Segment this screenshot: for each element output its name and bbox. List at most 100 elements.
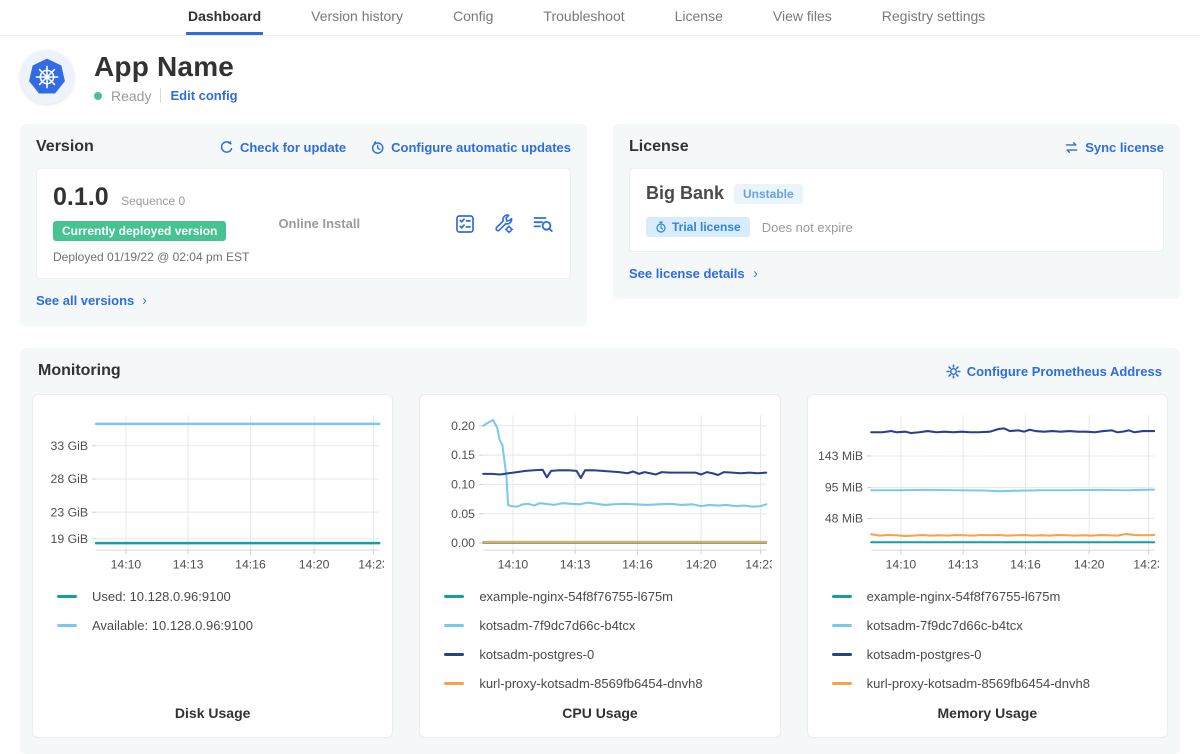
version-title: Version [36, 138, 94, 156]
svg-text:14:10: 14:10 [498, 557, 529, 571]
legend-swatch [444, 682, 464, 685]
chart-legend: example-nginx-54f8f76755-l675m kotsadm-7f… [444, 589, 771, 691]
svg-text:14:13: 14:13 [947, 557, 978, 571]
divider [160, 88, 161, 103]
version-sequence: Sequence 0 [121, 194, 185, 208]
legend-label: kotsadm-7f9dc7d66c-b4tcx [479, 618, 635, 633]
charts-row: 14:1014:1314:1614:2014:2333 GiB28 GiB23 … [32, 394, 1168, 738]
license-card: Big Bank Unstable Trial license Does not… [629, 168, 1164, 252]
legend-label: Used: 10.128.0.96:9100 [92, 589, 231, 604]
svg-text:0.20: 0.20 [451, 419, 475, 433]
sync-icon [1064, 140, 1079, 155]
gear-icon [946, 364, 961, 379]
tab-registry-settings[interactable]: Registry settings [880, 0, 987, 35]
legend-label: kotsadm-postgres-0 [479, 647, 594, 662]
license-panel: License Sync license Big Bank Unstable [613, 124, 1180, 299]
chart-plot: 14:1014:1314:1614:2014:230.200.150.100.0… [428, 405, 771, 581]
chart-plot: 14:1014:1314:1614:2014:2333 GiB28 GiB23 … [41, 405, 384, 581]
top-nav: Dashboard Version history Config Troublesho… [0, 0, 1200, 36]
license-name: Big Bank [646, 183, 724, 204]
tab-config[interactable]: Config [451, 0, 495, 35]
svg-text:143 MiB: 143 MiB [818, 449, 863, 463]
legend-item: kotsadm-postgres-0 [444, 647, 771, 662]
svg-text:14:10: 14:10 [111, 557, 142, 571]
tab-license[interactable]: License [673, 0, 725, 35]
svg-text:28 GiB: 28 GiB [51, 472, 88, 486]
svg-text:14:16: 14:16 [1010, 557, 1041, 571]
deployed-timestamp: Deployed 01/19/22 @ 02:04 pm EST [53, 250, 278, 264]
legend-swatch [57, 624, 77, 627]
view-logs-icon[interactable] [532, 213, 554, 235]
legend-item: Available: 10.128.0.96:9100 [57, 618, 384, 633]
legend-item: kotsadm-7f9dc7d66c-b4tcx [832, 618, 1159, 633]
configure-prometheus-button[interactable]: Configure Prometheus Address [946, 364, 1162, 379]
status-text: Ready [111, 88, 151, 104]
svg-text:14:13: 14:13 [560, 557, 591, 571]
preflight-checks-icon[interactable] [454, 213, 476, 235]
svg-text:0.10: 0.10 [451, 477, 475, 491]
svg-text:14:16: 14:16 [235, 557, 266, 571]
svg-text:14:23: 14:23 [1133, 557, 1159, 571]
license-type-badge: Trial license [646, 217, 750, 237]
sync-license-button[interactable]: Sync license [1064, 140, 1164, 155]
chevron-right-icon: › [143, 292, 147, 309]
install-type: Online Install [278, 216, 454, 231]
svg-text:14:20: 14:20 [299, 557, 330, 571]
svg-text:48 MiB: 48 MiB [825, 512, 863, 526]
edit-config-link[interactable]: Edit config [170, 88, 237, 103]
svg-text:14:20: 14:20 [686, 557, 717, 571]
legend-item: example-nginx-54f8f76755-l675m [832, 589, 1159, 604]
svg-text:14:10: 14:10 [885, 557, 916, 571]
chart-card-disk-usage: 14:1014:1314:1614:2014:2333 GiB28 GiB23 … [32, 394, 393, 738]
svg-text:0.15: 0.15 [451, 448, 475, 462]
version-number: 0.1.0 [53, 183, 109, 211]
legend-label: kotsadm-postgres-0 [867, 647, 982, 662]
tab-dashboard[interactable]: Dashboard [186, 0, 263, 35]
legend-label: kurl-proxy-kotsadm-8569fb6454-dnvh8 [479, 676, 702, 691]
check-for-update-button[interactable]: Check for update [219, 140, 346, 155]
svg-text:14:13: 14:13 [173, 557, 204, 571]
chart-title: Memory Usage [816, 691, 1159, 729]
see-all-versions-link[interactable]: See all versions› [36, 292, 147, 309]
license-expiry: Does not expire [762, 220, 853, 235]
svg-text:14:23: 14:23 [746, 557, 772, 571]
license-title: License [629, 138, 689, 156]
app-icon [20, 50, 74, 104]
legend-swatch [444, 624, 464, 627]
svg-text:0.05: 0.05 [451, 507, 475, 521]
legend-swatch [444, 653, 464, 656]
svg-text:33 GiB: 33 GiB [51, 439, 88, 453]
tab-troubleshoot[interactable]: Troubleshoot [541, 0, 626, 35]
legend-item: kotsadm-postgres-0 [832, 647, 1159, 662]
chart-legend: Used: 10.128.0.96:9100 Available: 10.128.… [57, 589, 384, 633]
kubernetes-logo [24, 54, 70, 100]
configure-automatic-updates-button[interactable]: Configure automatic updates [370, 140, 571, 155]
svg-text:0.00: 0.00 [451, 536, 475, 550]
legend-item: kurl-proxy-kotsadm-8569fb6454-dnvh8 [444, 676, 771, 691]
status-dot [94, 92, 102, 100]
chart-legend: example-nginx-54f8f76755-l675m kotsadm-7f… [832, 589, 1159, 691]
tab-version-history[interactable]: Version history [309, 0, 405, 35]
version-panel: Version Check for update Configure au [20, 124, 587, 326]
see-license-details-link[interactable]: See license details› [629, 265, 758, 282]
svg-text:95 MiB: 95 MiB [825, 481, 863, 495]
edit-config-icon[interactable] [493, 213, 515, 235]
app-header: App Name Ready Edit config [0, 36, 1200, 112]
schedule-update-icon [370, 140, 385, 155]
legend-item: Used: 10.128.0.96:9100 [57, 589, 384, 604]
channel-badge: Unstable [734, 184, 803, 204]
svg-text:19 GiB: 19 GiB [51, 532, 88, 546]
chart-title: Disk Usage [41, 691, 384, 729]
legend-label: example-nginx-54f8f76755-l675m [479, 589, 673, 604]
legend-label: kurl-proxy-kotsadm-8569fb6454-dnvh8 [867, 676, 1090, 691]
legend-swatch [57, 595, 77, 598]
chart-card-memory-usage: 14:1014:1314:1614:2014:23143 MiB95 MiB48… [807, 394, 1168, 738]
refresh-icon [219, 140, 234, 155]
tab-view-files[interactable]: View files [771, 0, 834, 35]
current-version-card: 0.1.0 Sequence 0 Currently deployed vers… [36, 168, 571, 279]
legend-swatch [832, 595, 852, 598]
monitoring-panel: Monitoring Configure Prometheus Address … [20, 348, 1180, 754]
legend-label: kotsadm-7f9dc7d66c-b4tcx [867, 618, 1023, 633]
page-title: App Name [94, 51, 238, 83]
monitoring-title: Monitoring [38, 362, 121, 380]
